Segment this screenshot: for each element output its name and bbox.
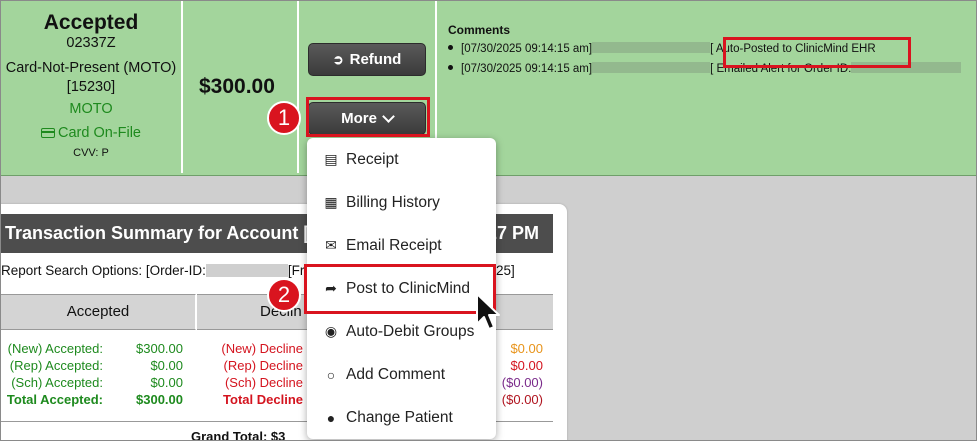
report-search-options: Report Search Options: [Order-ID: [Fro 25… [1, 263, 515, 278]
total-declined-label: Total Decline [223, 392, 303, 407]
menu-item-label: Auto-Debit Groups [346, 322, 475, 340]
bullet-icon [448, 45, 453, 50]
app-window: Accepted 02337Z Card-Not-Present (MOTO) … [0, 0, 977, 441]
status-title: Accepted [43, 11, 139, 34]
sch-accepted-label: (Sch) Accepted: [11, 375, 103, 390]
entry-mode: Card-Not-Present (MOTO) [5, 60, 177, 76]
refund-label: Refund [349, 51, 402, 68]
new-declined-label: (New) Decline [221, 341, 303, 356]
menu-item-label: Change Patient [346, 408, 453, 426]
user-icon: ● [326, 409, 336, 426]
options-label: Report Search Options: [Order-ID: [1, 263, 206, 278]
sch-declined-label: (Sch) Decline [224, 375, 303, 390]
mouse-cursor-icon [476, 293, 500, 330]
menu-item-label: Receipt [346, 150, 399, 168]
amount-cell: $300.00 [183, 1, 299, 173]
menu-item-change-patient[interactable]: ● Change Patient [307, 396, 496, 439]
menu-item-auto-debit-groups[interactable]: ◉ Auto-Debit Groups [307, 310, 496, 353]
more-highlight-box [306, 97, 430, 137]
grand-total: Grand Total: $3 [191, 429, 286, 441]
transaction-amount: $300.00 [199, 75, 275, 98]
rep-declined-label: (Rep) Decline [223, 358, 303, 373]
summary-title: Transaction Summary for Account [65 [5, 223, 330, 243]
comment-icon: ○ [326, 366, 336, 383]
sign-in-icon: ➲ [332, 51, 344, 67]
group-icon: ◉ [324, 323, 338, 339]
menu-item-billing-history[interactable]: ▦ Billing History [307, 181, 496, 224]
menu-item-email-receipt[interactable]: ✉ Email Receipt [307, 224, 496, 267]
card-on-file-label: Card On-File [58, 125, 141, 141]
menu-item-add-comment[interactable]: ○ Add Comment [307, 353, 496, 396]
menu-item-label: Email Receipt [346, 236, 442, 254]
total-accepted-label: Total Accepted: [6, 392, 103, 407]
redacted-block [592, 62, 711, 73]
menu-item-label: Add Comment [346, 365, 446, 383]
cvv-result: CVV: P [73, 147, 109, 159]
transaction-status-cell: Accepted 02337Z Card-Not-Present (MOTO) … [1, 1, 183, 173]
rep-accepted-label: (Rep) Accepted: [9, 358, 103, 373]
menu-item-label: Billing History [346, 193, 440, 211]
receipt-icon: ▤ [324, 151, 338, 167]
comment-timestamp: [07/30/2025 09:14:15 am] [461, 63, 593, 75]
step-badge-1: 1 [267, 101, 301, 135]
step-badge-2: 2 [267, 278, 301, 312]
credit-card-icon [41, 128, 55, 138]
card-on-file-link[interactable]: Card On-File [1, 121, 181, 145]
approval-code: 02337Z [66, 35, 116, 51]
redacted-block [205, 264, 288, 277]
comment-timestamp: [07/30/2025 09:14:15 am] [461, 43, 593, 55]
accepted-column-header: Accepted [1, 294, 196, 330]
redacted-block [592, 42, 711, 53]
options-end: 25] [496, 263, 515, 278]
new-accepted-label: (New) Accepted: [7, 341, 103, 356]
comment-highlight-box [723, 37, 911, 68]
total-accepted-value: $300.00 [136, 392, 183, 407]
comments-title: Comments [448, 23, 511, 37]
bullet-icon [448, 65, 453, 70]
rep-accepted-value: $0.00 [150, 358, 183, 373]
comments-cell: Comments [07/30/2025 09:14:15 am][ Auto-… [437, 1, 976, 173]
envelope-icon: ✉ [325, 237, 337, 253]
refund-button[interactable]: ➲ Refund [308, 43, 426, 76]
new-accepted-value: $300.00 [136, 341, 183, 356]
post-highlight-box [304, 264, 496, 314]
sch-accepted-value: $0.00 [150, 375, 183, 390]
calendar-icon: ▦ [324, 194, 338, 210]
menu-item-receipt[interactable]: ▤ Receipt [307, 138, 496, 181]
accepted-labels: (New) Accepted: (Rep) Accepted: (Sch) Ac… [1, 340, 103, 408]
channel-label: MOTO [69, 101, 113, 117]
terminal-id: [15230] [66, 79, 116, 95]
declined-labels: (New) Decline (Rep) Decline (Sch) Declin… [208, 340, 303, 408]
accepted-values: $300.00 $0.00 $0.00 $300.00 [121, 340, 183, 408]
